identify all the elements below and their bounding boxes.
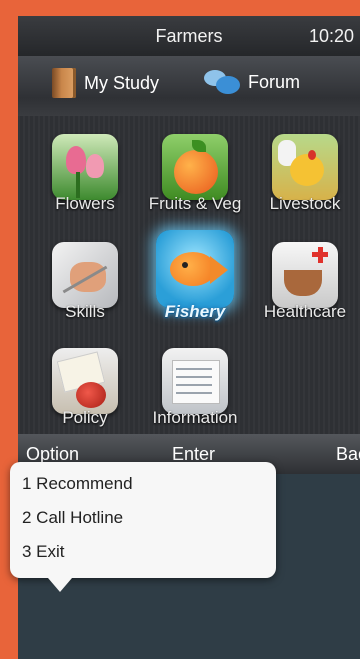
app-fishery[interactable]: Fishery [140,230,250,322]
app-label: Livestock [269,194,341,213]
app-policy[interactable]: Policy [30,348,140,428]
app-information[interactable]: Information [140,348,250,428]
information-icon [162,348,228,414]
option-menu: 1 Recommend 2 Call Hotline 3 Exit [10,462,276,592]
app-label: Information [152,408,238,427]
app-label: Skills [65,302,105,321]
tab-forum-label: Forum [248,71,301,92]
tab-my-study-label: My Study [84,72,160,93]
back-softkey[interactable]: Back [336,444,360,465]
app-skills[interactable]: Skills [30,242,140,322]
flowers-icon [52,134,118,200]
menu-item-recommend[interactable]: 1 Recommend [22,474,133,494]
app-livestock[interactable]: Livestock [250,134,360,214]
app-label: Fruits & Veg [148,194,242,213]
menu-item-call-hotline[interactable]: 2 Call Hotline [22,508,123,528]
app-label: Fishery [164,302,226,321]
tab-forum[interactable]: Forum [204,68,300,96]
app-flowers[interactable]: Flowers [30,134,140,214]
app-label: Healthcare [263,302,347,321]
status-bar: Farmers 10:20 [18,16,360,56]
healthcare-icon [272,242,338,308]
policy-icon [52,348,118,414]
fishery-icon [156,230,234,308]
skills-icon [52,242,118,308]
chat-bubbles-icon [204,68,240,96]
app-label: Flowers [55,194,115,213]
fruits-veg-icon [162,134,228,200]
tab-my-study[interactable]: My Study [52,68,159,98]
app-healthcare[interactable]: Healthcare [250,242,360,322]
livestock-icon [272,134,338,200]
clock: 10:20 [308,26,354,46]
top-tabs: My Study Forum [18,56,360,117]
book-icon [52,68,76,98]
menu-item-exit[interactable]: 3 Exit [22,542,65,562]
app-grid: Flowers Fruits & Veg Livestock Skills Fi… [18,116,360,434]
app-label: Policy [62,408,108,427]
app-fruits-veg[interactable]: Fruits & Veg [140,134,250,214]
